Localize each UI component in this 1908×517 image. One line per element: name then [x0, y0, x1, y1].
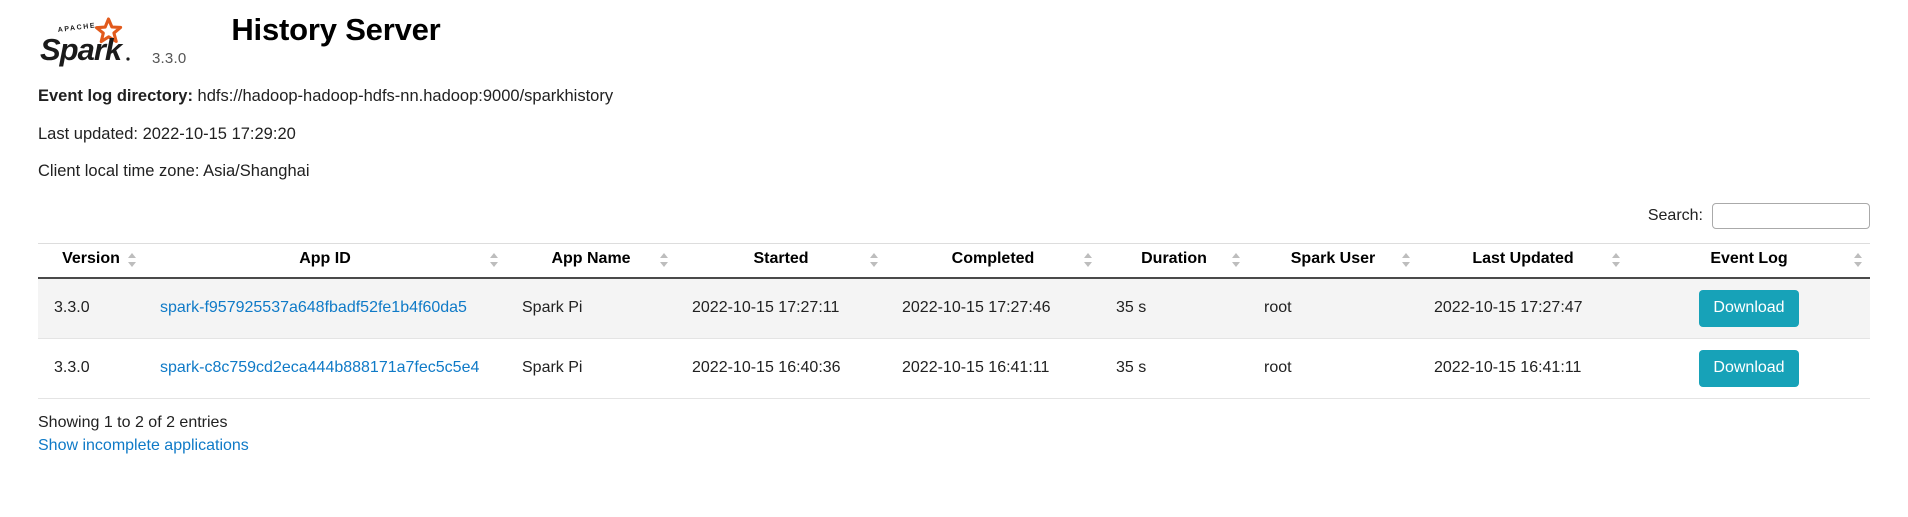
column-header-app-name-label: App Name	[551, 249, 631, 267]
server-info-block: Event log directory: hdfs://hadoop-hadoo…	[38, 72, 1870, 180]
apache-spark-logo-icon: APACHE Spark	[38, 16, 144, 72]
cell-app-name: Spark Pi	[506, 277, 676, 339]
cell-version: 3.3.0	[38, 277, 144, 339]
column-header-event-log-label: Event Log	[1710, 249, 1788, 267]
cell-duration: 35 s	[1100, 277, 1248, 339]
table-header-row: Version App ID App Name Started Complete…	[38, 242, 1870, 279]
cell-started: 2022-10-15 16:40:36	[676, 338, 886, 399]
column-header-last-updated-label: Last Updated	[1472, 249, 1574, 267]
column-header-app-name[interactable]: App Name	[506, 242, 676, 279]
cell-started: 2022-10-15 17:27:11	[676, 277, 886, 339]
cell-event-log: Download	[1628, 338, 1870, 399]
search-input[interactable]	[1712, 202, 1870, 229]
sort-arrows-icon[interactable]	[490, 252, 499, 268]
download-button[interactable]: Download	[1699, 349, 1799, 387]
column-header-duration-label: Duration	[1141, 249, 1207, 267]
column-header-version-label: Version	[62, 249, 120, 267]
cell-duration: 35 s	[1100, 338, 1248, 399]
download-button[interactable]: Download	[1699, 289, 1799, 327]
sort-arrows-icon[interactable]	[1084, 252, 1093, 268]
column-header-app-id-label: App ID	[299, 249, 351, 267]
svg-text:Spark: Spark	[40, 32, 124, 67]
table-footer: Showing 1 to 2 of 2 entries Show incompl…	[38, 399, 1870, 456]
cell-app-id: spark-f957925537a648fbadf52fe1b4f60da5	[144, 277, 506, 339]
cell-spark-user: root	[1248, 338, 1418, 399]
cell-app-id: spark-c8c759cd2eca444b888171a7fec5c5e4	[144, 338, 506, 399]
cell-version: 3.3.0	[38, 338, 144, 399]
sort-arrows-icon[interactable]	[870, 252, 879, 268]
column-header-event-log[interactable]: Event Log	[1628, 242, 1870, 279]
column-header-started-label: Started	[753, 249, 809, 267]
masthead: APACHE Spark 3.3.0 History Server	[38, 0, 1870, 72]
column-header-version[interactable]: Version	[38, 242, 144, 279]
cell-event-log: Download	[1628, 277, 1870, 339]
search-row: Search:	[38, 201, 1870, 231]
last-updated-line: Last updated: 2022-10-15 17:29:20	[38, 124, 296, 143]
sort-arrows-icon[interactable]	[1402, 252, 1411, 268]
cell-last-updated: 2022-10-15 16:41:11	[1418, 338, 1628, 399]
table-header: Version App ID App Name Started Complete…	[38, 242, 1870, 279]
sort-arrows-icon[interactable]	[1854, 252, 1863, 268]
event-log-directory-value: hdfs://hadoop-hadoop-hdfs-nn.hadoop:9000…	[197, 87, 614, 105]
showing-entries-text: Showing 1 to 2 of 2 entries	[38, 413, 228, 431]
table-row: 3.3.0 spark-f957925537a648fbadf52fe1b4f6…	[38, 277, 1870, 339]
brand[interactable]: APACHE Spark 3.3.0	[38, 16, 186, 72]
column-header-completed-label: Completed	[951, 249, 1035, 267]
page-title: History Server	[231, 12, 441, 48]
table-body: 3.3.0 spark-f957925537a648fbadf52fe1b4f6…	[38, 277, 1870, 399]
column-header-started[interactable]: Started	[676, 242, 886, 279]
event-log-directory-line: Event log directory: hdfs://hadoop-hadoo…	[38, 88, 1870, 105]
sort-arrows-icon[interactable]	[1232, 252, 1241, 268]
event-log-directory-label: Event log directory:	[38, 87, 193, 105]
cell-completed: 2022-10-15 17:27:46	[886, 277, 1100, 339]
app-id-link[interactable]: spark-c8c759cd2eca444b888171a7fec5c5e4	[160, 359, 479, 376]
cell-completed: 2022-10-15 16:41:11	[886, 338, 1100, 399]
search-label: Search:	[1647, 206, 1703, 224]
sort-arrows-icon[interactable]	[128, 252, 137, 268]
app-id-link[interactable]: spark-f957925537a648fbadf52fe1b4f60da5	[160, 299, 467, 316]
column-header-spark-user-label: Spark User	[1290, 249, 1376, 267]
column-header-last-updated[interactable]: Last Updated	[1418, 242, 1628, 279]
column-header-duration[interactable]: Duration	[1100, 242, 1248, 279]
column-header-app-id[interactable]: App ID	[144, 242, 506, 279]
cell-spark-user: root	[1248, 277, 1418, 339]
show-incomplete-applications-link[interactable]: Show incomplete applications	[38, 437, 249, 454]
cell-last-updated: 2022-10-15 17:27:47	[1418, 277, 1628, 339]
sort-arrows-icon[interactable]	[1612, 252, 1621, 268]
sort-arrows-icon[interactable]	[660, 252, 669, 268]
applications-table: Version App ID App Name Started Complete…	[38, 242, 1870, 399]
column-header-spark-user[interactable]: Spark User	[1248, 242, 1418, 279]
client-time-zone-line: Client local time zone: Asia/Shanghai	[38, 162, 310, 180]
table-row: 3.3.0 spark-c8c759cd2eca444b888171a7fec5…	[38, 338, 1870, 399]
column-header-completed[interactable]: Completed	[886, 242, 1100, 279]
history-server-page: APACHE Spark 3.3.0 History Server Event …	[0, 0, 1908, 517]
spark-version-label: 3.3.0	[152, 50, 187, 67]
cell-app-name: Spark Pi	[506, 338, 676, 399]
